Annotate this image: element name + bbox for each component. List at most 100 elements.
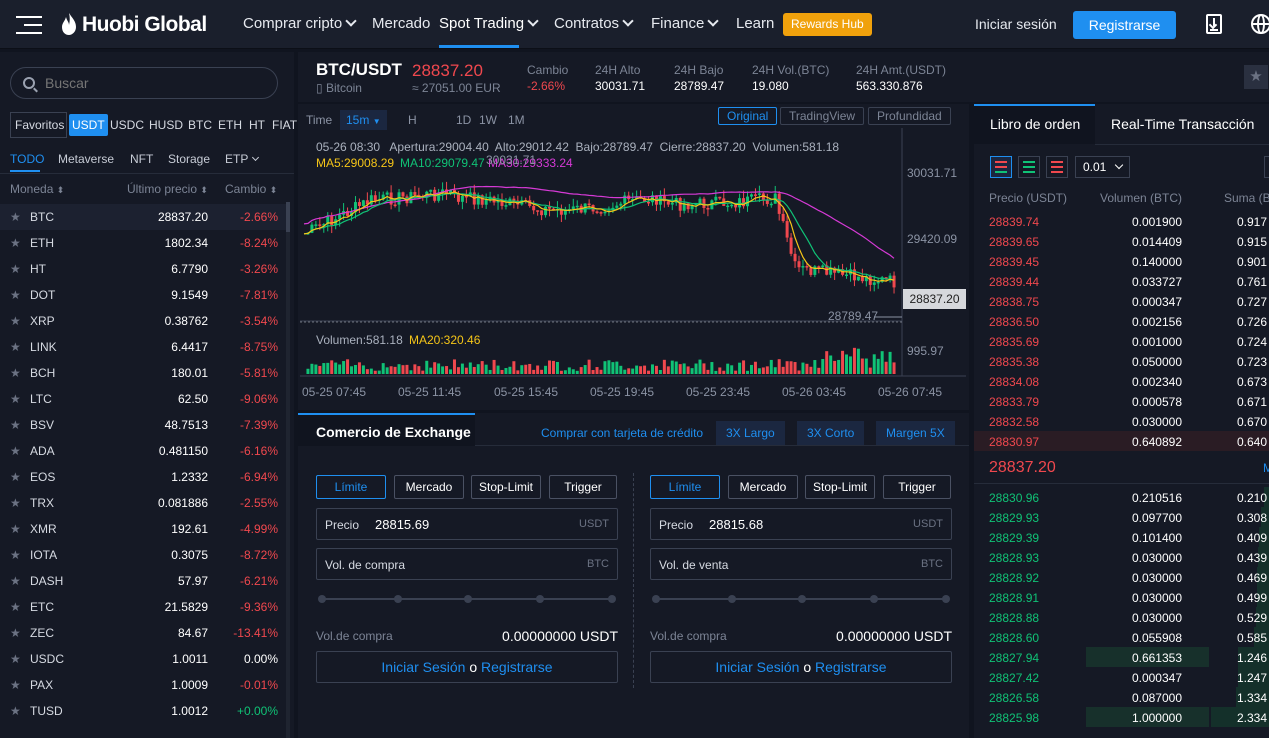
market-row[interactable]: ★ ZEC 84.67 -13.41% (0, 620, 286, 646)
slider-stop[interactable] (798, 595, 806, 603)
market-row[interactable]: ★ BCH 180.01 -5.81% (0, 360, 286, 386)
quote-tab-fiat[interactable]: FIAT (269, 114, 300, 136)
star-icon[interactable]: ★ (10, 496, 21, 510)
ask-row[interactable]: 28833.79 0.000578 0.671 (974, 391, 1269, 411)
3x-long-button[interactable]: 3X Largo (716, 421, 785, 445)
column-header-change[interactable]: Cambio ⬍ (225, 182, 277, 196)
sell-order-type-trigger[interactable]: Trigger (883, 475, 951, 499)
scrollbar[interactable] (286, 202, 290, 738)
sell-order-type-stop-limit[interactable]: Stop-Limit (805, 475, 875, 499)
bid-row[interactable]: 28828.91 0.030000 0.499 (974, 587, 1269, 607)
login-link[interactable]: Iniciar Sesión (715, 659, 799, 675)
buy-price-field[interactable]: Precio 28815.69 USDT (316, 508, 618, 540)
ask-row[interactable]: 28839.74 0.001900 0.917 (974, 211, 1269, 231)
quote-tab-usdc[interactable]: USDC (107, 114, 147, 136)
market-row[interactable]: ★ TRX 0.081886 -2.55% (0, 490, 286, 516)
market-row[interactable]: ★ HT 6.7790 -3.26% (0, 256, 286, 282)
ask-row[interactable]: 28839.44 0.033727 0.761 (974, 271, 1269, 291)
login-link[interactable]: Iniciar Sesión (381, 659, 465, 675)
star-icon[interactable]: ★ (10, 236, 21, 250)
bid-row[interactable]: 28826.58 0.087000 1.334 (974, 687, 1269, 707)
star-icon[interactable]: ★ (10, 210, 21, 224)
category-tab-storage[interactable]: Storage (168, 152, 210, 166)
market-row[interactable]: ★ EOS 1.2332 -6.94% (0, 464, 286, 490)
market-row[interactable]: ★ XMR 192.61 -4.99% (0, 516, 286, 542)
star-icon[interactable]: ★ (10, 522, 21, 536)
nav-finance[interactable]: Finance (651, 15, 720, 32)
nav-spot-trading[interactable]: Spot Trading (439, 15, 539, 32)
slider-stop[interactable] (608, 595, 616, 603)
buy-order-type-trigger[interactable]: Trigger (549, 475, 617, 499)
ask-row[interactable]: 28836.50 0.002156 0.726 (974, 311, 1269, 331)
bid-row[interactable]: 28827.94 0.661353 1.246 (974, 647, 1269, 667)
scrollbar-thumb[interactable] (286, 202, 290, 232)
star-icon[interactable]: ★ (10, 574, 21, 588)
register-link[interactable]: Registrarse (481, 659, 553, 675)
ask-row[interactable]: 28834.08 0.002340 0.673 (974, 371, 1269, 391)
star-icon[interactable]: ★ (10, 418, 21, 432)
slider-stop[interactable] (318, 595, 326, 603)
view-both-icon[interactable] (990, 156, 1012, 178)
bid-row[interactable]: 28825.98 1.000000 2.334 (974, 707, 1269, 727)
pair-symbol[interactable]: BTC/USDT (316, 60, 402, 80)
menu-icon[interactable] (16, 16, 42, 34)
star-icon[interactable]: ★ (10, 314, 21, 328)
slider-stop[interactable] (652, 595, 660, 603)
bid-row[interactable]: 28829.39 0.101400 0.409 (974, 527, 1269, 547)
bid-row[interactable]: 28828.92 0.030000 0.469 (974, 567, 1269, 587)
slider-stop[interactable] (728, 595, 736, 603)
market-row[interactable]: ★ XRP 0.38762 -3.54% (0, 308, 286, 334)
star-icon[interactable]: ★ (10, 600, 21, 614)
star-icon[interactable]: ★ (10, 392, 21, 406)
book-more-link[interactable]: M (1263, 461, 1269, 475)
view-bids-icon[interactable] (1018, 156, 1040, 178)
ask-row[interactable]: 28839.65 0.014409 0.915 (974, 231, 1269, 251)
login-link[interactable]: Iniciar sesión (975, 16, 1057, 32)
star-icon[interactable]: ★ (10, 652, 21, 666)
ask-row[interactable]: 28835.69 0.001000 0.724 (974, 331, 1269, 351)
bid-row[interactable]: 28827.42 0.000347 1.247 (974, 667, 1269, 687)
quote-tab-favorites[interactable]: Favoritos (12, 114, 67, 136)
slider-stop[interactable] (536, 595, 544, 603)
rewards-hub-button[interactable]: Rewards Hub (783, 13, 872, 36)
ask-row[interactable]: 28839.45 0.140000 0.901 (974, 251, 1269, 271)
ask-row[interactable]: 28838.75 0.000347 0.727 (974, 291, 1269, 311)
3x-short-button[interactable]: 3X Corto (797, 421, 865, 445)
quote-tab-usdt[interactable]: USDT (69, 114, 108, 136)
market-row[interactable]: ★ BSV 48.7513 -7.39% (0, 412, 286, 438)
register-link[interactable]: Registrarse (815, 659, 887, 675)
star-icon[interactable]: ★ (10, 470, 21, 484)
sell-order-type-limit[interactable]: Límite (650, 475, 720, 499)
tab-realtime-trades[interactable]: Real-Time Transacción (1111, 116, 1254, 132)
book-extra-control[interactable] (1264, 156, 1269, 178)
market-row[interactable]: ★ PAX 1.0009 -0.01% (0, 672, 286, 698)
ask-row[interactable]: 28835.38 0.050000 0.723 (974, 351, 1269, 371)
register-button[interactable]: Registrarse (1073, 11, 1176, 39)
market-row[interactable]: ★ IOTA 0.3075 -8.72% (0, 542, 286, 568)
market-row[interactable]: ★ LTC 62.50 -9.06% (0, 386, 286, 412)
buy-amount-field[interactable]: Vol. de compra BTC (316, 548, 618, 580)
bid-row[interactable]: 28828.60 0.055908 0.585 (974, 627, 1269, 647)
margin-5x-button[interactable]: Margen 5X (876, 421, 955, 445)
quote-tab-eth[interactable]: ETH (215, 114, 245, 136)
buy-amount-slider[interactable] (318, 595, 616, 603)
nav-buy-crypto[interactable]: Comprar cripto (243, 15, 357, 32)
column-header-coin[interactable]: Moneda ⬍ (10, 182, 64, 196)
buy-order-type-limit[interactable]: Límite (316, 475, 386, 499)
buy-with-card-button[interactable]: Comprar con tarjeta de crédito (531, 421, 713, 445)
sell-price-field[interactable]: Precio 28815.68 USDT (650, 508, 952, 540)
star-icon[interactable]: ★ (10, 704, 21, 718)
slider-stop[interactable] (870, 595, 878, 603)
market-row[interactable]: ★ DOT 9.1549 -7.81% (0, 282, 286, 308)
category-tab-nft[interactable]: NFT (130, 152, 153, 166)
buy-order-type-stop-limit[interactable]: Stop-Limit (471, 475, 541, 499)
market-row[interactable]: ★ ADA 0.481150 -6.16% (0, 438, 286, 464)
market-row[interactable]: ★ USDC 1.0011 0.00% (0, 646, 286, 672)
bid-row[interactable]: 28828.93 0.030000 0.439 (974, 547, 1269, 567)
bid-row[interactable]: 28828.88 0.030000 0.529 (974, 607, 1269, 627)
view-asks-icon[interactable] (1046, 156, 1068, 178)
ask-row[interactable]: 28830.97 0.640892 0.640 (974, 431, 1269, 451)
category-tab-all[interactable]: TODO (10, 152, 44, 166)
star-icon[interactable]: ★ (10, 548, 21, 562)
nav-market[interactable]: Mercado (372, 15, 430, 32)
